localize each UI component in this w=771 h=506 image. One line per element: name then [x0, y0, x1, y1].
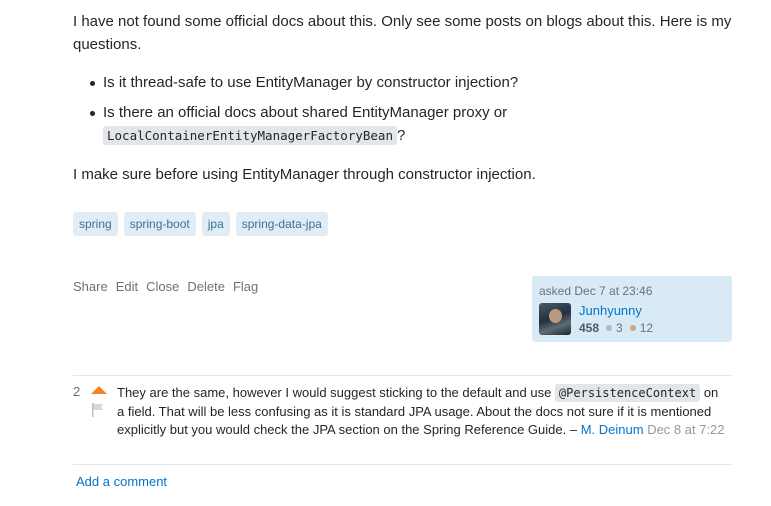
bronze-badge-icon: [629, 325, 636, 331]
flag-icon[interactable]: [92, 403, 104, 417]
tag-spring-data-jpa[interactable]: spring-data-jpa: [235, 212, 328, 236]
user-stats: 458 3 12: [579, 321, 653, 335]
close-link[interactable]: Close: [146, 279, 179, 294]
comment-date[interactable]: Dec 8 at 7:22: [647, 422, 724, 437]
username-link[interactable]: Junhyunny: [579, 303, 642, 318]
question-intro: I have not found some official docs abou…: [73, 13, 732, 53]
comment-body: They are the same, however I would sugge…: [117, 384, 727, 440]
question-bullets: Is it thread-safe to use EntityManager b…: [73, 71, 743, 147]
reputation-score: 458: [579, 321, 600, 335]
edit-link[interactable]: Edit: [116, 279, 138, 294]
tag-list: spring spring-boot jpa spring-data-jpa: [73, 212, 328, 236]
bullet-item: Is it thread-safe to use EntityManager b…: [73, 71, 743, 101]
share-link[interactable]: Share: [73, 279, 108, 294]
question-closing: I make sure before using EntityManager t…: [73, 166, 536, 183]
silver-badge-icon: [606, 325, 613, 331]
silver-badge-count: 3: [616, 321, 623, 335]
user-card: asked Dec 7 at 23:46 Junhyunny 458 3 12: [532, 276, 732, 342]
flag-link[interactable]: Flag: [233, 279, 258, 294]
avatar[interactable]: [539, 303, 571, 335]
bullet-item: Is there an official docs about shared E…: [73, 101, 743, 147]
tag-spring[interactable]: spring: [73, 212, 118, 236]
bullet-suffix: ?: [396, 127, 406, 144]
inline-code: LocalContainerEntityManagerFactoryBean: [103, 126, 397, 145]
inline-code: @PersistenceContext: [554, 384, 701, 402]
comment-user-link[interactable]: M. Deinum: [581, 422, 644, 437]
tag-jpa[interactable]: jpa: [201, 212, 230, 236]
bronze-badge-count: 12: [639, 321, 654, 335]
comment-list: 2 They are the same, however I would sug…: [73, 375, 732, 465]
comment-text: They are the same, however I would sugge…: [117, 385, 555, 400]
post-menu: Share Edit Close Delete Flag: [73, 279, 258, 294]
tag-spring-boot[interactable]: spring-boot: [123, 212, 196, 236]
delete-link[interactable]: Delete: [187, 279, 225, 294]
add-comment-link[interactable]: Add a comment: [76, 474, 167, 489]
upvote-arrow-icon[interactable]: [91, 386, 107, 394]
comment-item: 2 They are the same, however I would sug…: [73, 376, 732, 465]
asked-timestamp: asked Dec 7 at 23:46: [539, 284, 653, 298]
bullet-text: Is there an official docs about shared E…: [103, 104, 508, 121]
comment-score: 2: [73, 384, 81, 399]
